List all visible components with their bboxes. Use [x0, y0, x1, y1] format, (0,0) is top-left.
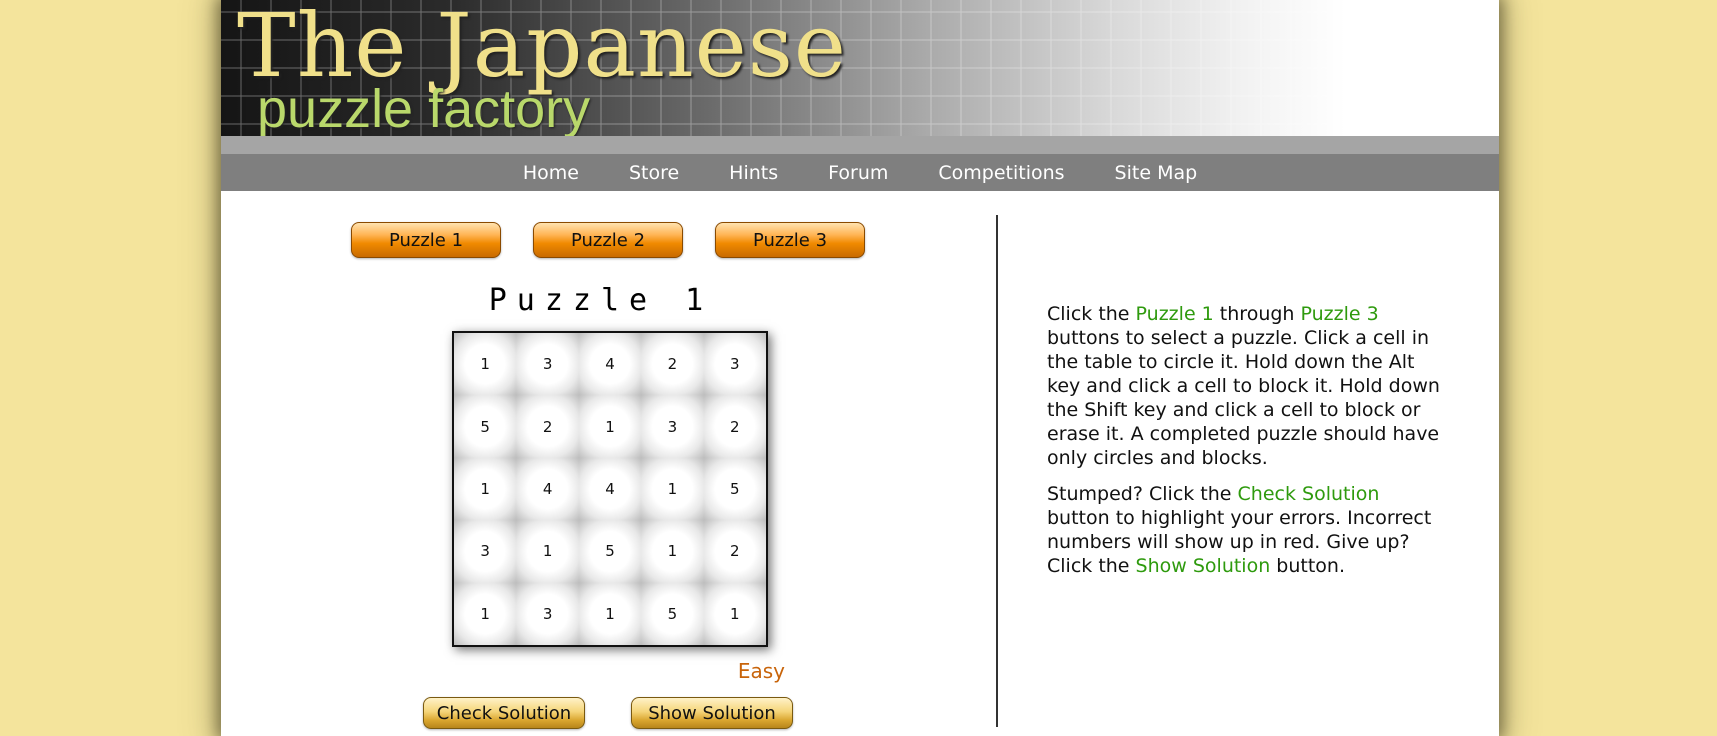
- nav-home[interactable]: Home: [523, 162, 579, 184]
- highlight-check-solution: Check Solution: [1237, 483, 1380, 505]
- grid-cell[interactable]: 2: [516, 395, 579, 458]
- grid-cell[interactable]: 1: [578, 582, 642, 645]
- grid-cell[interactable]: 4: [516, 457, 579, 521]
- grid-cell[interactable]: 1: [454, 457, 517, 521]
- highlight-show-solution: Show Solution: [1135, 555, 1271, 577]
- instruction-text: through: [1213, 303, 1301, 325]
- grid-cell[interactable]: 1: [703, 582, 766, 645]
- puzzle-1-button[interactable]: Puzzle 1: [351, 222, 501, 258]
- grid-cell[interactable]: 3: [703, 333, 766, 396]
- grid-cell[interactable]: 1: [641, 520, 704, 583]
- site-subtitle: puzzle factory: [257, 79, 591, 136]
- column-divider: [996, 215, 998, 727]
- check-solution-button[interactable]: Check Solution: [423, 697, 585, 729]
- highlight-puzzle-1: Puzzle 1: [1135, 303, 1214, 325]
- puzzle-3-button[interactable]: Puzzle 3: [715, 222, 865, 258]
- puzzle-2-button[interactable]: Puzzle 2: [533, 222, 683, 258]
- nav-forum[interactable]: Forum: [828, 162, 888, 184]
- grid-cell[interactable]: 3: [516, 333, 579, 396]
- grid-cell[interactable]: 1: [641, 457, 704, 521]
- instructions-panel: Click the Puzzle 1 through Puzzle 3 butt…: [1047, 302, 1447, 590]
- grid-cell[interactable]: 2: [641, 333, 704, 396]
- nav-site-map[interactable]: Site Map: [1115, 162, 1198, 184]
- puzzle-grid: 1 3 4 2 3 5 2 1 3 2 1 4 4 1 5 3 1 5 1 2 …: [452, 331, 768, 647]
- instructions-paragraph-1: Click the Puzzle 1 through Puzzle 3 butt…: [1047, 302, 1447, 470]
- site-banner[interactable]: The Japanese puzzle factory: [221, 0, 1499, 136]
- grid-cell[interactable]: 3: [516, 582, 579, 645]
- grid-cell[interactable]: 5: [703, 457, 766, 521]
- instruction-text: Stumped? Click the: [1047, 483, 1238, 505]
- instructions-paragraph-2: Stumped? Click the Check Solution button…: [1047, 482, 1447, 578]
- grid-cell[interactable]: 3: [641, 395, 704, 458]
- nav-hints[interactable]: Hints: [729, 162, 778, 184]
- nav-store[interactable]: Store: [629, 162, 679, 184]
- grid-cell[interactable]: 1: [454, 333, 517, 396]
- highlight-puzzle-3: Puzzle 3: [1300, 303, 1379, 325]
- grid-cell[interactable]: 5: [641, 582, 704, 645]
- grid-cell[interactable]: 2: [703, 520, 766, 583]
- instruction-text: buttons to select a puzzle. Click a cell…: [1047, 327, 1440, 469]
- grid-cell[interactable]: 4: [578, 457, 642, 521]
- puzzle-title: Puzzle 1: [488, 283, 714, 318]
- grid-cell[interactable]: 2: [703, 395, 766, 458]
- grid-cell[interactable]: 3: [454, 520, 517, 583]
- grid-cell[interactable]: 1: [454, 582, 517, 645]
- grid-cell[interactable]: 5: [454, 395, 517, 458]
- show-solution-button[interactable]: Show Solution: [631, 697, 793, 729]
- main-nav: Home Store Hints Forum Competitions Site…: [221, 154, 1499, 191]
- nav-competitions[interactable]: Competitions: [938, 162, 1064, 184]
- grid-cell[interactable]: 5: [578, 520, 642, 583]
- grid-cell[interactable]: 1: [516, 520, 579, 583]
- grid-cell[interactable]: 4: [578, 333, 642, 396]
- instruction-text: button.: [1270, 555, 1346, 577]
- difficulty-label: Easy: [737, 659, 785, 683]
- banner-strip: [221, 136, 1499, 154]
- instruction-text: Click the: [1047, 303, 1136, 325]
- grid-cell[interactable]: 1: [578, 395, 642, 458]
- page-container: The Japanese puzzle factory Home Store H…: [221, 0, 1499, 736]
